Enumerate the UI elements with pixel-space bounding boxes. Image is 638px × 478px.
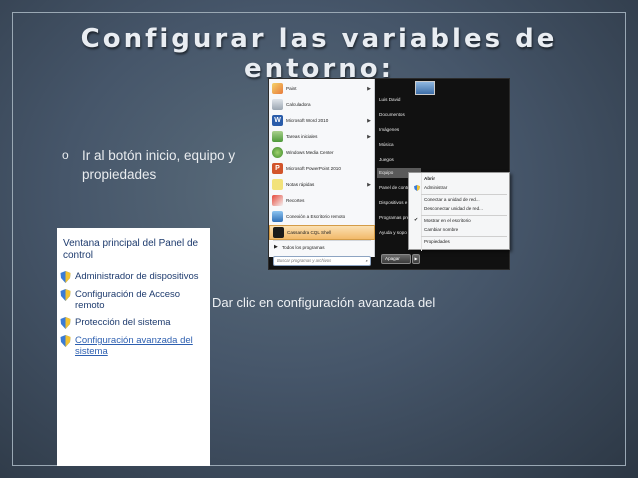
start-item-label: Conexión a Escritorio remoto [286,214,346,219]
play-arrow-icon: ▶ [274,244,278,250]
place-user[interactable]: Luis David [379,97,400,102]
link-remote-settings[interactable]: Configuración de Acceso remoto [60,289,208,311]
getting-started-icon [272,131,283,142]
link-advanced-system-settings[interactable]: Configuración avanzada del sistema [60,335,208,357]
place-pictures[interactable]: Imágenes [379,127,399,132]
place-music[interactable]: Música [379,142,394,147]
all-programs-item[interactable]: ▶ Todos los programas [269,241,375,253]
sticky-notes-icon [272,179,283,190]
start-item-label: Windows Media Center [286,150,334,155]
ctx-rename[interactable]: Cambiar nombre [424,227,458,232]
cassandra-icon [273,227,284,238]
place-default-programs[interactable]: Programas pre [379,215,409,220]
shield-icon [414,185,420,191]
shutdown-button[interactable]: Apagar [381,254,411,264]
context-menu-gutter [421,173,422,251]
link-label: Protección del sistema [75,317,171,328]
ctx-map-drive[interactable]: Conectar a unidad de red... [424,197,480,202]
start-item-label: Tareas iniciales [286,134,318,139]
link-label: Configuración de Acceso remoto [75,289,181,311]
shield-icon [60,335,71,347]
start-item-cassandra[interactable]: Cassandra CQL Shell [269,225,375,240]
instruction-caption: Dar clic en configuración avanzada del [212,295,436,310]
start-item-getting-started[interactable]: Tareas iniciales ▶ [269,129,375,144]
link-label: Configuración avanzada del sistema [75,335,193,357]
place-devices[interactable]: Dispositivos e [379,200,407,205]
control-panel-heading: Ventana principal del Panel de control [63,238,199,261]
slide-title: Configurar las variables de entorno: [80,24,558,84]
start-item-word[interactable]: W Microsoft Word 2010 ▶ [269,113,375,128]
place-help[interactable]: Ayuda y sopo [379,230,407,235]
ctx-separator [421,194,507,195]
start-item-label: Calculadora [286,102,311,107]
start-item-label: Recortes [286,198,305,203]
shield-icon [60,289,71,301]
search-icon: ⌕ [365,258,368,263]
start-item-label: Paint [286,86,297,91]
powerpoint-icon: P [272,163,283,174]
search-placeholder: Buscar programas y archivos [277,258,332,263]
bullet-point: o Ir al botón inicio, equipo y propiedad… [62,146,262,184]
ctx-open[interactable]: Abrir [424,176,435,181]
context-menu: Abrir Administrar Conectar a unidad de r… [408,172,510,251]
ctx-show-desktop[interactable]: Mostrar en el escritorio [424,218,471,223]
link-device-manager[interactable]: Administrador de dispositivos [60,271,208,283]
start-item-media-center[interactable]: Windows Media Center [269,145,375,160]
start-item-paint[interactable]: Paint ▶ [269,81,375,96]
computer-icon [415,81,435,95]
start-item-label: Notas rápidas [286,182,315,187]
start-item-remote-desktop[interactable]: Conexión a Escritorio remoto [269,209,375,224]
word-icon: W [272,115,283,126]
paint-icon [272,83,283,94]
start-item-label: Microsoft Word 2010 [286,118,329,123]
remote-desktop-icon [272,211,283,222]
ctx-disconnect-drive[interactable]: Desconectar unidad de red... [424,206,483,211]
start-search-input[interactable]: Buscar programas y archivos ⌕ [273,256,371,266]
checkmark-icon: ✔ [414,217,419,223]
start-item-label: Microsoft PowerPoint 2010 [286,166,341,171]
link-system-protection[interactable]: Protección del sistema [60,317,208,329]
start-item-powerpoint[interactable]: P Microsoft PowerPoint 2010 [269,161,375,176]
shield-icon [60,317,71,329]
link-label: Administrador de dispositivos [75,271,199,282]
ctx-separator [421,236,507,237]
snipping-icon [272,195,283,206]
ctx-separator [421,215,507,216]
start-menu-programs-pane: Paint ▶ Calculadora W Microsoft Word 201… [269,79,375,257]
shutdown-options-button[interactable]: ▶ [412,254,420,264]
submenu-arrow-icon: ▶ [367,117,371,124]
start-item-calculator[interactable]: Calculadora [269,97,375,112]
ctx-manage[interactable]: Administrar [424,185,447,190]
place-control-panel[interactable]: Panel de contr [379,185,409,190]
calculator-icon [272,99,283,110]
all-programs-label: Todos los programas [281,244,325,250]
submenu-arrow-icon: ▶ [367,85,371,92]
start-item-label: Cassandra CQL Shell [287,230,332,235]
media-center-icon [272,147,283,158]
bullet-text: Ir al botón inicio, equipo y propiedades [82,148,236,182]
control-panel-screenshot: Ventana principal del Panel de control A… [57,228,210,466]
shield-icon [60,271,71,283]
submenu-arrow-icon: ▶ [367,133,371,140]
start-item-sticky-notes[interactable]: Notas rápidas ▶ [269,177,375,192]
submenu-arrow-icon: ▶ [367,181,371,188]
start-item-snipping[interactable]: Recortes [269,193,375,208]
place-documents[interactable]: Documentos [379,112,405,117]
bullet-marker: o [62,148,69,162]
place-games[interactable]: Juegos [379,157,394,162]
ctx-properties[interactable]: Propiedades [424,239,450,244]
